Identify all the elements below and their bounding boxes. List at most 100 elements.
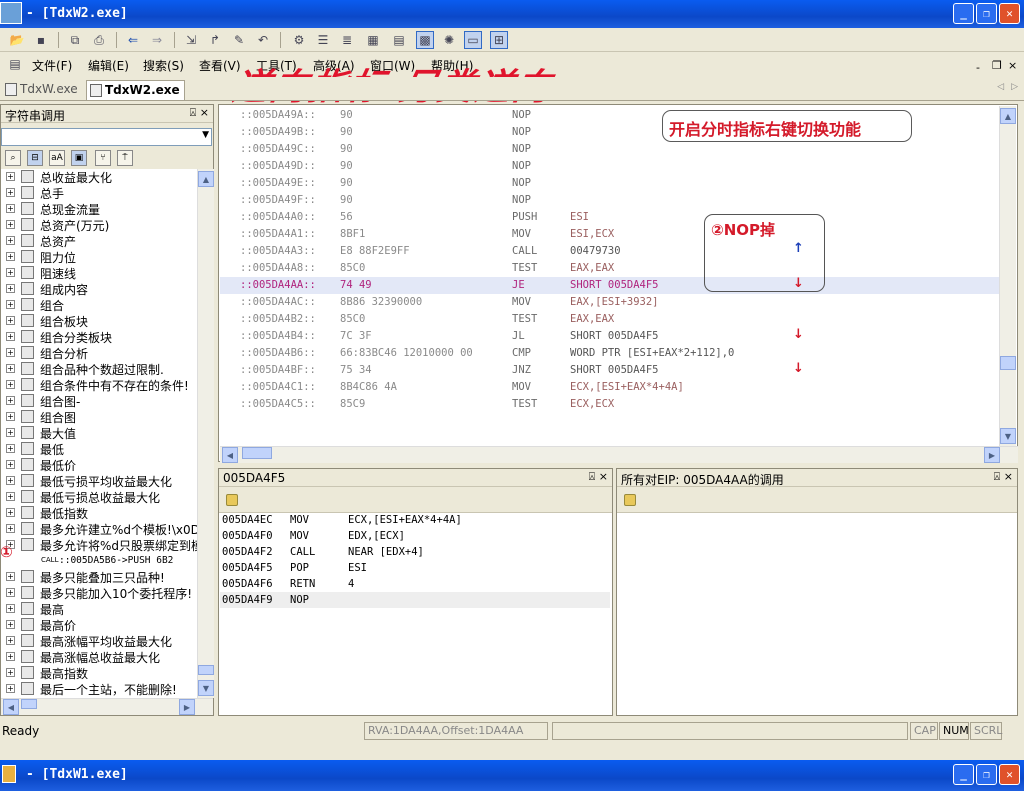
xref-instruction-row[interactable]: 005DA4F2 CALL NEAR [EDX+4] xyxy=(220,544,610,560)
string-list-item[interactable]: + 最高涨幅总收益最大化 xyxy=(1,649,197,665)
instruction-row[interactable]: ::005DA49E:: 90 NOP xyxy=(220,175,1000,192)
instruction-row[interactable]: ::005DA4A8:: 85C0 TEST EAX,EAX xyxy=(220,260,1000,277)
string-list-item[interactable]: + 最低亏损总收益最大化 xyxy=(1,489,197,505)
instruction-row[interactable]: ::005DA49C:: 90 NOP xyxy=(220,141,1000,158)
panel-pin-close[interactable]: ⍓ × xyxy=(589,470,608,484)
strings-icon[interactable]: ≣ xyxy=(338,31,356,49)
string-list-item[interactable]: + 组合分析 xyxy=(1,345,197,361)
expand-icon[interactable]: + xyxy=(6,508,15,517)
string-list-item[interactable]: + 最高涨幅平均收益最大化 xyxy=(1,633,197,649)
string-list-item[interactable]: + 最低价 xyxy=(1,457,197,473)
string-list-item[interactable]: + 最多允许将%d只股票绑定到模 xyxy=(1,537,197,553)
string-list-item[interactable]: + 总资产(万元) xyxy=(1,217,197,233)
string-list-item[interactable]: + 总资产 xyxy=(1,233,197,249)
grid-icon[interactable]: ⊞ xyxy=(490,31,508,49)
string-list-item[interactable]: + 最多允许建立%d个模板!\x0D\ xyxy=(1,521,197,537)
copy-icon[interactable]: ⧉ xyxy=(66,31,84,49)
debug-icon[interactable]: ✺ xyxy=(440,31,458,49)
string-list-item[interactable]: + 阻力位 xyxy=(1,249,197,265)
scroll-thumb[interactable] xyxy=(242,447,272,459)
disasm-horizontal-scrollbar[interactable]: ◀ ▶ xyxy=(220,446,1018,463)
back-arrow-icon[interactable]: ⇐ xyxy=(124,31,142,49)
instruction-row[interactable]: ::005DA4A0:: 56 PUSH ESI xyxy=(220,209,1000,226)
expand-icon[interactable]: + xyxy=(6,220,15,229)
instruction-row[interactable]: ::005DA49F:: 90 NOP xyxy=(220,192,1000,209)
exports-icon[interactable]: ▤ xyxy=(390,31,408,49)
strings-vertical-scrollbar[interactable]: ▲ ▼ xyxy=(197,169,214,698)
mdi-close-button[interactable]: × xyxy=(1008,59,1017,72)
instruction-row[interactable]: ::005DA4AC:: 8B86 32390000 MOV EAX,[ESI+393… xyxy=(220,294,1000,311)
expand-icon[interactable]: + xyxy=(6,188,15,197)
expand-icon[interactable]: + xyxy=(6,524,15,533)
scroll-down-icon[interactable]: ▼ xyxy=(1000,428,1016,444)
expand-icon[interactable]: + xyxy=(6,684,15,693)
save-icon[interactable]: ▪ xyxy=(32,31,50,49)
second-window-title-bar[interactable]: - [TdxW1.exe] _ ❐ ✕ xyxy=(0,760,1024,791)
xref-call-row[interactable]: CALL::005DA5B6->PUSH 6B2 xyxy=(1,553,197,569)
scroll-left-icon[interactable]: ◀ xyxy=(222,447,238,463)
app-icon[interactable] xyxy=(0,2,22,24)
scroll-thumb[interactable] xyxy=(1000,356,1016,370)
string-list-item[interactable]: + 组合板块 xyxy=(1,313,197,329)
instruction-row[interactable]: ::005DA4C5:: 85C9 TEST ECX,ECX xyxy=(220,396,1000,413)
filter-icon[interactable]: ⑂ xyxy=(95,150,111,166)
expand-icon[interactable]: + xyxy=(6,572,15,581)
expand-icon[interactable]: + xyxy=(6,636,15,645)
string-list-item[interactable]: + 组合图- xyxy=(1,393,197,409)
string-list-item[interactable]: + 组合条件中有不存在的条件! xyxy=(1,377,197,393)
panel-pin-close[interactable]: ⍓ × xyxy=(994,470,1013,484)
expand-icon[interactable]: + xyxy=(6,348,15,357)
undo-patch-icon[interactable]: ↶ xyxy=(254,31,272,49)
print-icon[interactable]: ⎙ xyxy=(90,31,108,49)
hex-view-icon[interactable]: ▩ xyxy=(416,31,434,49)
string-list-item[interactable]: + 总手 xyxy=(1,185,197,201)
xref-instruction-row[interactable]: 005DA4EC MOV ECX,[ESI+EAX*4+4A] xyxy=(220,512,610,528)
menu-file[interactable]: 文件(F) xyxy=(32,57,72,74)
menu-edit[interactable]: 编辑(E) xyxy=(88,57,129,74)
patch-icon[interactable]: ✎ xyxy=(230,31,248,49)
string-list-item[interactable]: + 组成内容 xyxy=(1,281,197,297)
close-button[interactable]: ✕ xyxy=(999,764,1020,785)
scroll-up-icon[interactable]: ▲ xyxy=(198,171,214,187)
string-list-item[interactable]: + 最后一个主站，不能删除! xyxy=(1,681,197,697)
mdi-restore-button[interactable]: ❐ xyxy=(992,59,1002,72)
expand-icon[interactable]: + xyxy=(6,364,15,373)
tree-icon[interactable]: ⊟ xyxy=(27,150,43,166)
string-list-item[interactable]: + 最大值 xyxy=(1,425,197,441)
expand-icon[interactable]: + xyxy=(6,460,15,469)
string-list-item[interactable]: + 最低 xyxy=(1,441,197,457)
string-list-item[interactable]: + 最多只能加入10个委托程序! xyxy=(1,585,197,601)
scroll-right-icon[interactable]: ▶ xyxy=(984,447,1000,463)
maximize-button[interactable]: ❐ xyxy=(976,764,997,785)
xref-instruction-row[interactable]: 005DA4F5 POP ESI xyxy=(220,560,610,576)
expand-icon[interactable]: + xyxy=(6,396,15,405)
scroll-left-icon[interactable]: ◀ xyxy=(3,699,19,715)
string-list-item[interactable]: + 组合品种个数超过限制. xyxy=(1,361,197,377)
expand-icon[interactable]: + xyxy=(6,604,15,613)
expand-icon[interactable]: + xyxy=(6,236,15,245)
instruction-row[interactable]: ::005DA4B4:: 7C 3F JL SHORT 005DA4F5 xyxy=(220,328,1000,345)
find-icon[interactable]: ⌕ xyxy=(5,150,21,166)
maximize-button[interactable]: ❐ xyxy=(976,3,997,24)
instruction-row[interactable]: ::005DA4C1:: 8B4C86 4A MOV ECX,[ESI+EAX*4+4… xyxy=(220,379,1000,396)
lock-icon[interactable] xyxy=(226,494,238,506)
close-button[interactable]: ✕ xyxy=(999,3,1020,24)
string-list-item[interactable]: + 最低亏损平均收益最大化 xyxy=(1,473,197,489)
string-list-item[interactable]: + 组合图 xyxy=(1,409,197,425)
scroll-thumb[interactable] xyxy=(198,665,214,675)
menu-search[interactable]: 搜索(S) xyxy=(143,57,184,74)
imports-icon[interactable]: ▦ xyxy=(364,31,382,49)
panel-pin-close[interactable]: ⍓ × xyxy=(190,106,209,120)
jump-icon[interactable]: ↱ xyxy=(206,31,224,49)
selected-instruction-row[interactable]: ::005DA4AA:: 74 49 JE SHORT 005DA4F5 xyxy=(220,277,1000,294)
expand-icon[interactable]: + xyxy=(6,204,15,213)
string-list-item[interactable]: + 最高价 xyxy=(1,617,197,633)
expand-icon[interactable]: + xyxy=(6,172,15,181)
window-icon[interactable]: ▭ xyxy=(464,31,482,49)
instruction-row[interactable]: ::005DA4A3:: E8 88F2E9FF CALL 00479730 xyxy=(220,243,1000,260)
tab-next-arrow[interactable]: ▷ xyxy=(1011,82,1018,92)
expand-icon[interactable]: + xyxy=(6,380,15,389)
expand-icon[interactable]: + xyxy=(6,332,15,341)
scroll-right-icon[interactable]: ▶ xyxy=(179,699,195,715)
minimize-button[interactable]: _ xyxy=(953,764,974,785)
